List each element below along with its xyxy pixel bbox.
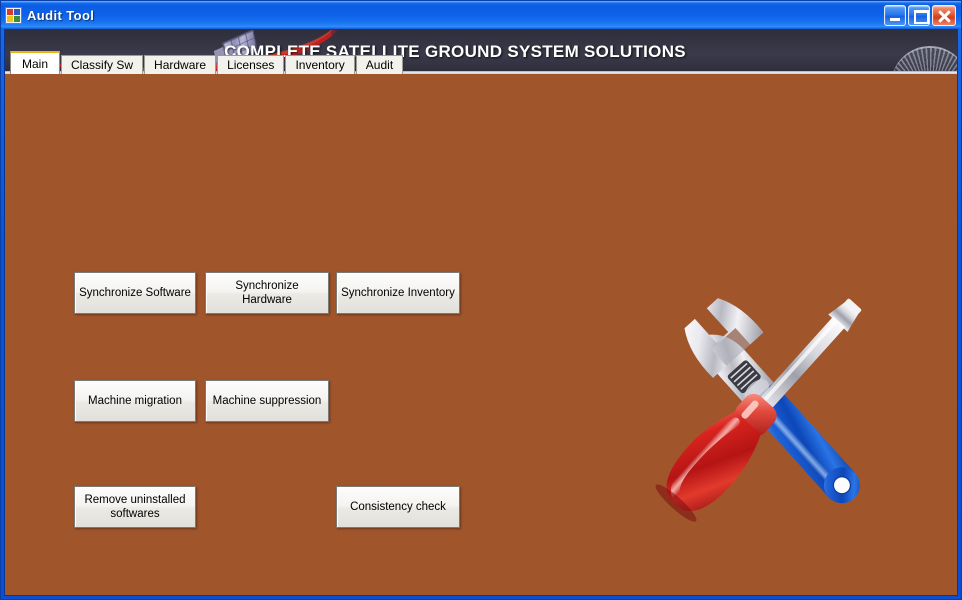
- consistency-check-button[interactable]: Consistency check: [336, 486, 460, 528]
- synchronize-inventory-button[interactable]: Synchronize Inventory: [336, 272, 460, 314]
- machine-suppression-button[interactable]: Machine suppression: [205, 380, 329, 422]
- tab-strip: Main Classify Sw Hardware Licenses Inventory…: [10, 51, 404, 74]
- tab-panel-main: Synchronize Software Synchronize Hardware…: [5, 74, 957, 595]
- synchronize-hardware-button[interactable]: Synchronize Hardware: [205, 272, 329, 314]
- client-area: COMPLETE SATELLITE GROUND SYSTEM SOLUTIO…: [4, 29, 958, 596]
- header-banner: COMPLETE SATELLITE GROUND SYSTEM SOLUTIO…: [5, 30, 957, 74]
- close-button[interactable]: [932, 4, 956, 26]
- window-title: Audit Tool: [27, 7, 95, 23]
- window-controls: [884, 4, 958, 26]
- tab-audit[interactable]: Audit: [355, 55, 404, 74]
- tab-main[interactable]: Main: [10, 51, 61, 74]
- tab-licenses[interactable]: Licenses: [217, 55, 285, 74]
- remove-uninstalled-softwares-button[interactable]: Remove uninstalled softwares: [74, 486, 196, 528]
- synchronize-software-button[interactable]: Synchronize Software: [74, 272, 196, 314]
- tab-hardware[interactable]: Hardware: [144, 55, 217, 74]
- maximize-button[interactable]: [908, 4, 930, 26]
- machine-migration-button[interactable]: Machine migration: [74, 380, 196, 422]
- app-grid-icon: [5, 6, 22, 24]
- wrench-and-screwdriver-icon: [655, 298, 862, 522]
- application-window: Audit Tool COMPLETE SATELLITE GROUND SYS…: [0, 0, 962, 600]
- title-bar[interactable]: Audit Tool: [1, 1, 961, 29]
- minimize-button[interactable]: [884, 4, 906, 26]
- tab-classify-sw[interactable]: Classify Sw: [61, 55, 144, 74]
- tab-inventory[interactable]: Inventory: [285, 55, 355, 74]
